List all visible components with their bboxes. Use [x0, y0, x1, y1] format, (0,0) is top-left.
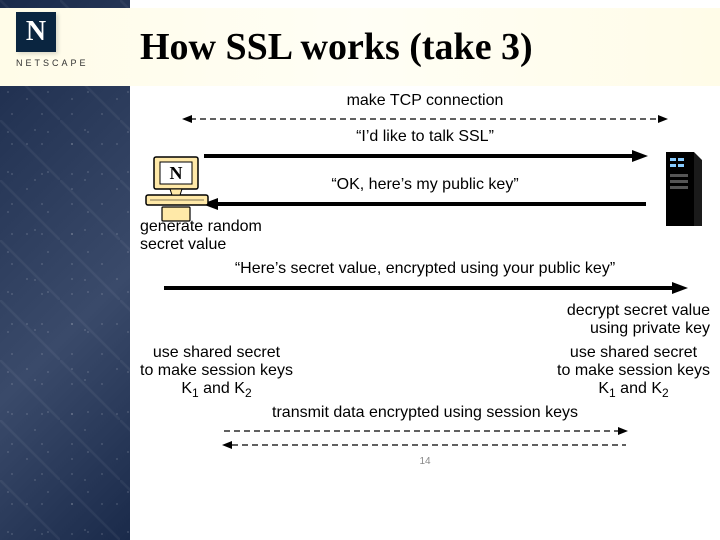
netscape-logo: N NETSCAPE: [16, 12, 89, 68]
slide: N NETSCAPE How SSL works (take 3) N: [0, 0, 720, 540]
session-right: use shared secret to make session keys K…: [557, 344, 710, 400]
arrow-tcp: [180, 112, 670, 126]
arrow-transmit-left: [220, 438, 630, 452]
logo-brand: NETSCAPE: [16, 58, 89, 68]
session-keys-row: use shared secret to make session keys K…: [140, 344, 710, 400]
arrow-secret: [160, 280, 690, 296]
page-number: 14: [130, 456, 720, 467]
session-left: use shared secret to make session keys K…: [140, 344, 293, 400]
arrow-hello: [200, 148, 650, 164]
page-title: How SSL works (take 3): [140, 25, 533, 69]
server-icon: [664, 150, 704, 233]
logo-letter: N: [26, 16, 46, 48]
client-computer-icon: N: [140, 155, 214, 230]
title-band: How SSL works (take 3): [0, 8, 720, 86]
logo-icon: N: [16, 12, 56, 52]
msg-transmit: transmit data encrypted using session ke…: [130, 404, 720, 422]
note-decrypt: decrypt secret value using private key: [130, 302, 710, 338]
diagram-content: make TCP connection “I’d like to talk SS…: [130, 90, 720, 540]
arrow-ok: [200, 196, 650, 212]
msg-tcp: make TCP connection: [130, 92, 720, 110]
msg-secret: “Here’s secret value, encrypted using yo…: [130, 260, 720, 278]
msg-ok: “OK, here’s my public key”: [130, 176, 720, 194]
svg-text:N: N: [170, 163, 183, 183]
arrow-transmit-right: [220, 424, 630, 438]
note-generate: generate random secret value: [140, 218, 720, 254]
msg-hello: “I’d like to talk SSL”: [130, 128, 720, 146]
